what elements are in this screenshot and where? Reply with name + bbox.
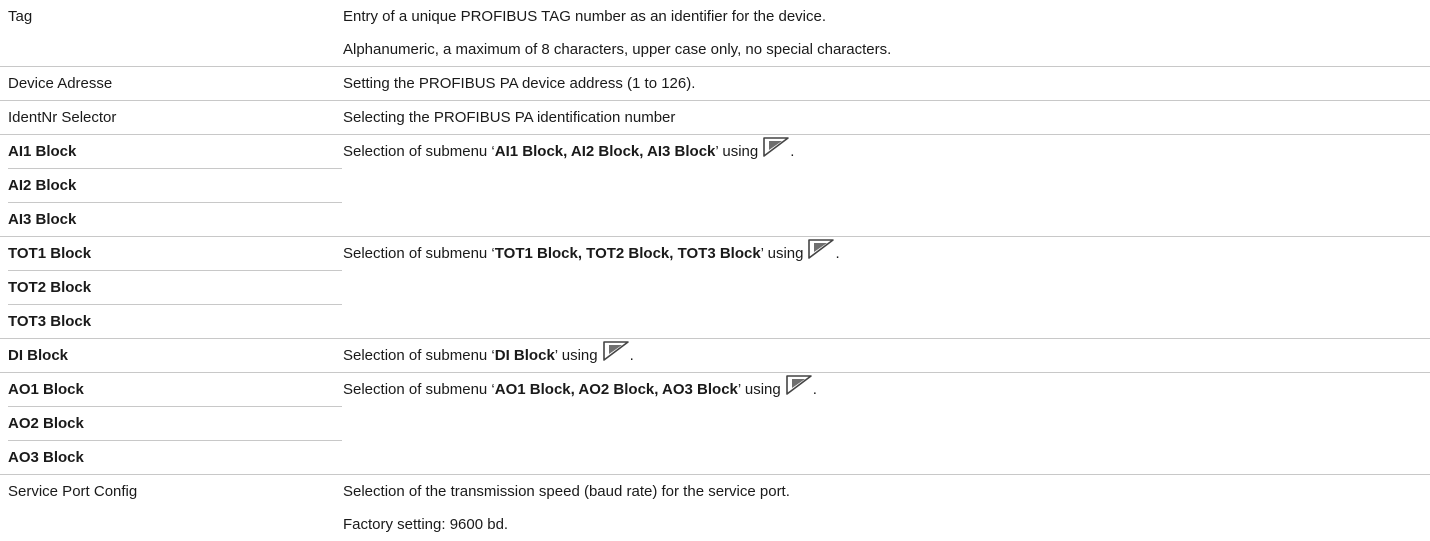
param-name-cell: AI1 Block AI2 Block AI3 Block xyxy=(0,135,342,236)
description-cell: Selecting the PROFIBUS PA identification… xyxy=(342,101,1430,134)
table-row-identnr-selector: IdentNr Selector Selecting the PROFIBUS … xyxy=(0,100,1430,134)
desc-end: . xyxy=(835,245,840,262)
description-line: Selection of submenu ‘AI1 Block, AI2 Blo… xyxy=(343,135,1430,168)
param-name: AI1 Block xyxy=(8,143,77,160)
submenu-name: AI1 Block, AI2 Block, AI3 Block xyxy=(494,143,716,160)
desc-suffix: ’ using xyxy=(715,143,759,160)
desc-prefix: Selection of submenu ‘ xyxy=(343,347,495,364)
param-name: IdentNr Selector xyxy=(8,109,117,126)
desc-end: . xyxy=(790,143,795,160)
param-name-cell: Device Adresse xyxy=(0,67,342,100)
description-cell: Selection of the transmission speed (bau… xyxy=(342,475,1430,541)
description-cell: Entry of a unique PROFIBUS TAG number as… xyxy=(342,0,1430,66)
param-name: Service Port Config xyxy=(8,483,138,500)
enter-key-icon xyxy=(762,136,790,170)
enter-key-icon xyxy=(602,340,630,374)
param-name-cell: Tag xyxy=(0,0,342,66)
description-cell: Selection of submenu ‘AO1 Block, AO2 Blo… xyxy=(342,373,1430,474)
table-row-tag: Tag Entry of a unique PROFIBUS TAG numbe… xyxy=(0,0,1430,66)
desc-suffix: ’ using xyxy=(737,381,781,398)
description-line: Selection of submenu ‘TOT1 Block, TOT2 B… xyxy=(343,237,1430,270)
description-line: Selecting the PROFIBUS PA identification… xyxy=(343,109,676,126)
param-name-cell: IdentNr Selector xyxy=(0,101,342,134)
description-line: Setting the PROFIBUS PA device address (… xyxy=(343,75,696,92)
param-name-cell: AO1 Block AO2 Block AO3 Block xyxy=(0,373,342,474)
desc-end: . xyxy=(812,381,817,398)
submenu-name: TOT1 Block, TOT2 Block, TOT3 Block xyxy=(494,245,761,262)
table-row-ai-blocks: AI1 Block AI2 Block AI3 Block Selection … xyxy=(0,134,1430,236)
desc-suffix: ’ using xyxy=(760,245,804,262)
desc-prefix: Selection of submenu ‘ xyxy=(343,381,495,398)
description-line: Entry of a unique PROFIBUS TAG number as… xyxy=(343,8,827,25)
desc-prefix: Selection of submenu ‘ xyxy=(343,245,495,262)
description-cell: Selection of submenu ‘AI1 Block, AI2 Blo… xyxy=(342,135,1430,236)
table-row-di-block: DI Block Selection of submenu ‘DI Block’… xyxy=(0,338,1430,372)
param-name: AO3 Block xyxy=(8,440,342,474)
desc-suffix: ’ using xyxy=(554,347,598,364)
description-line: Factory setting: 9600 bd. xyxy=(343,516,509,533)
parameter-table: Tag Entry of a unique PROFIBUS TAG numbe… xyxy=(0,0,1430,541)
enter-key-icon xyxy=(785,374,813,408)
description-cell: Selection of submenu ‘DI Block’ using. xyxy=(342,339,1430,372)
table-row-ao-blocks: AO1 Block AO2 Block AO3 Block Selection … xyxy=(0,372,1430,474)
submenu-name: AO1 Block, AO2 Block, AO3 Block xyxy=(494,381,738,398)
desc-end: . xyxy=(629,347,634,364)
param-name: Device Adresse xyxy=(8,75,113,92)
enter-key-icon xyxy=(807,238,835,272)
description-line: Alphanumeric, a maximum of 8 characters,… xyxy=(343,41,892,58)
description-cell: Selection of submenu ‘TOT1 Block, TOT2 B… xyxy=(342,237,1430,338)
param-name-cell: TOT1 Block TOT2 Block TOT3 Block xyxy=(0,237,342,338)
param-name: AO1 Block xyxy=(8,381,84,398)
param-name-cell: DI Block xyxy=(0,339,342,372)
param-name: DI Block xyxy=(8,347,69,364)
table-row-tot-blocks: TOT1 Block TOT2 Block TOT3 Block Selecti… xyxy=(0,236,1430,338)
table-row-device-adresse: Device Adresse Setting the PROFIBUS PA d… xyxy=(0,66,1430,100)
description-line: Selection of submenu ‘DI Block’ using. xyxy=(343,339,1430,372)
description-line: Selection of submenu ‘AO1 Block, AO2 Blo… xyxy=(343,373,1430,406)
param-name: TOT1 Block xyxy=(8,245,92,262)
param-name: AI3 Block xyxy=(8,202,342,236)
description-cell: Setting the PROFIBUS PA device address (… xyxy=(342,67,1430,100)
submenu-name: DI Block xyxy=(494,347,555,364)
table-row-service-port-config: Service Port Config Selection of the tra… xyxy=(0,474,1430,541)
param-name: TOT2 Block xyxy=(8,270,342,304)
param-name: TOT3 Block xyxy=(8,304,342,338)
description-line: Selection of the transmission speed (bau… xyxy=(343,483,790,500)
param-name: Tag xyxy=(8,8,33,25)
param-name-cell: Service Port Config xyxy=(0,475,342,541)
desc-prefix: Selection of submenu ‘ xyxy=(343,143,495,160)
param-name: AI2 Block xyxy=(8,168,342,202)
param-name: AO2 Block xyxy=(8,406,342,440)
